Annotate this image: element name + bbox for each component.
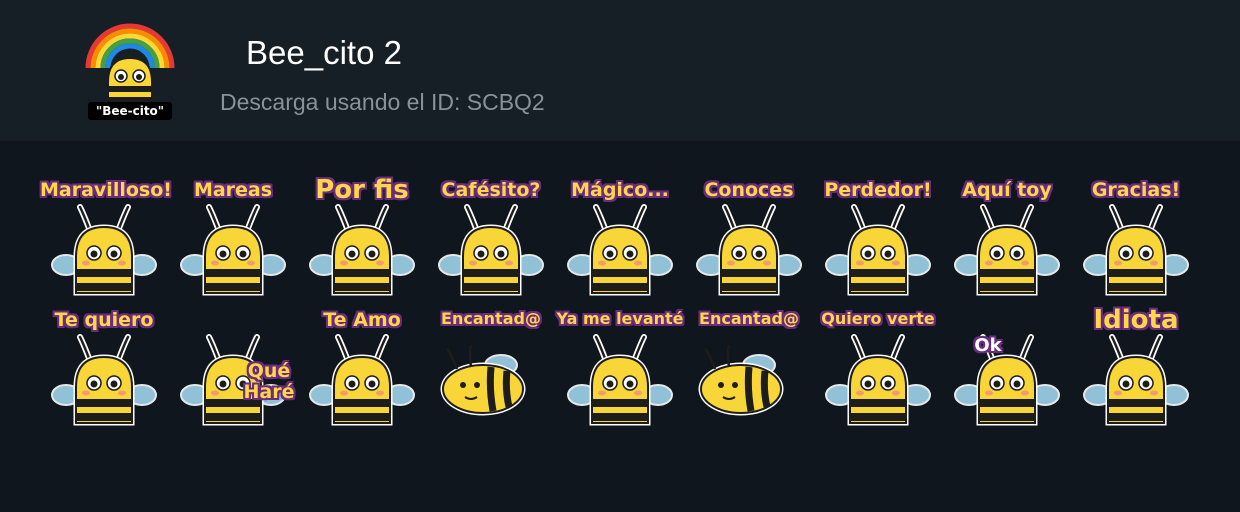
sticker-caption: Cafésito? [441, 179, 541, 201]
pack-icon-caption: "Bee-cito" [96, 104, 164, 118]
sticker-por-fis[interactable]: Por fis [298, 175, 426, 303]
sticker-encantada[interactable]: Encantad@ [427, 305, 555, 433]
sticker-encantada-2[interactable]: Encantad@ [685, 305, 813, 433]
pack-title: Bee_cito 2 [246, 34, 402, 71]
sticker-caption: Aquí toy [962, 179, 1052, 201]
sticker-idiota[interactable]: Idiota [1072, 305, 1200, 433]
sticker-conoces[interactable]: Conoces [685, 175, 813, 303]
pack-header: "Bee-cito" Bee_cito 2 Descarga usando el… [0, 0, 1240, 141]
sticker-caption: Encantad@ [441, 309, 541, 328]
sticker-que-hare[interactable]: Qué Haré [169, 305, 297, 433]
sticker-caption: Perdedor! [824, 179, 932, 201]
pack-icon: "Bee-cito" [82, 22, 178, 122]
sticker-caption: Maravilloso! [40, 179, 172, 201]
pack-download-id: Descarga usando el ID: SCBQ2 [220, 89, 545, 115]
sticker-te-quiero[interactable]: Te quiero [40, 305, 168, 433]
sticker-ya-me-levante[interactable]: Ya me levanté [556, 305, 684, 433]
sticker-caption: Idiota [1093, 305, 1179, 335]
sticker-te-amo[interactable]: Te Amo [298, 305, 426, 433]
sticker-caption: Conoces [704, 179, 794, 201]
sticker-mareas[interactable]: Mareas [169, 175, 297, 303]
sticker-aqui-toy[interactable]: Aquí toy [943, 175, 1071, 303]
sticker-caption: Qué Haré [243, 360, 295, 403]
sticker-gracias[interactable]: Gracias! [1072, 175, 1200, 303]
sticker-caption: Mareas [193, 179, 273, 201]
sticker-ok[interactable]: Ok [943, 305, 1071, 433]
sticker-maravilloso[interactable]: Maravilloso! [40, 175, 172, 303]
sticker-caption: Te Amo [323, 309, 401, 331]
bee-illustration [954, 334, 1060, 426]
sticker-caption: Gracias! [1091, 179, 1181, 201]
sticker-caption: Quiero verte [821, 309, 935, 328]
sticker-caption: Encantad@ [699, 309, 799, 328]
sticker-quiero-verte[interactable]: Quiero verte [814, 305, 942, 433]
sticker-magico[interactable]: Mágico... [556, 175, 684, 303]
sticker-grid: Maravilloso! Mareas Por fis Cafésito? Má… [40, 175, 1200, 433]
sticker-caption: Ok [974, 335, 1002, 356]
sticker-caption: Ya me levanté [556, 309, 684, 328]
sticker-caption: Te quiero [54, 309, 154, 331]
sticker-perdedor[interactable]: Perdedor! [814, 175, 942, 303]
sticker-cafesito[interactable]: Cafésito? [427, 175, 555, 303]
sticker-caption: Por fis [315, 175, 409, 205]
sticker-caption: Mágico... [571, 179, 669, 201]
